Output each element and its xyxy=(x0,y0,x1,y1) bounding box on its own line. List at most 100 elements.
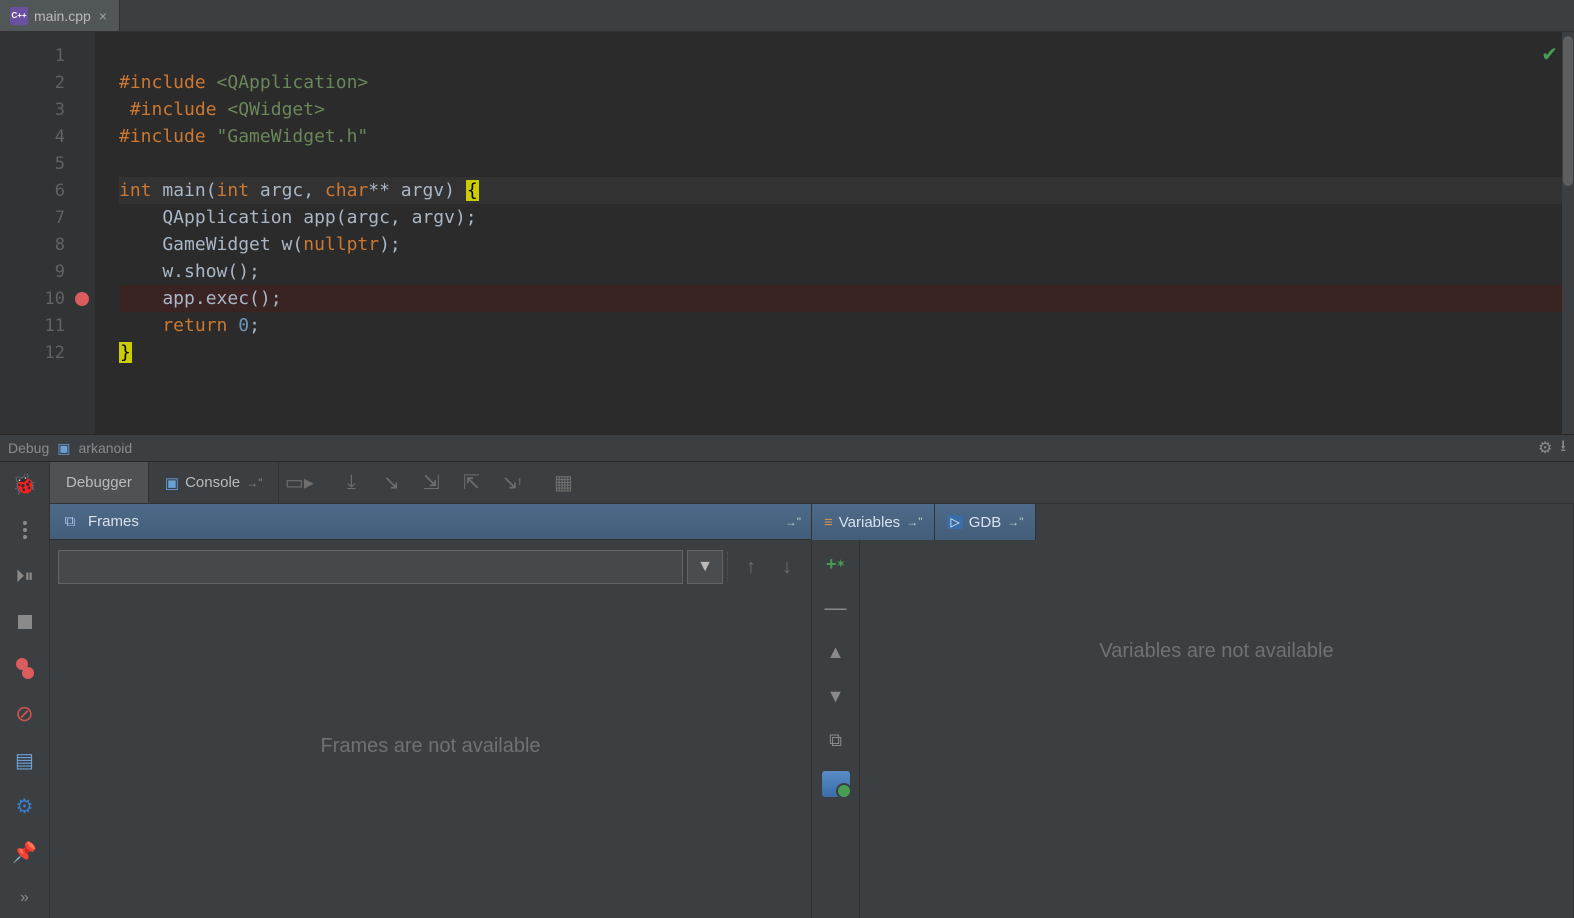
analysis-ok-icon[interactable]: ✔ xyxy=(1541,42,1558,67)
tab-label: GDB xyxy=(969,514,1002,531)
code-token: w.show(); xyxy=(119,261,260,282)
tab-label: Variables xyxy=(839,514,900,531)
line-number[interactable]: 1 xyxy=(0,42,95,69)
code-token: GameWidget w( xyxy=(119,234,303,255)
pin-icon: →" xyxy=(906,515,922,529)
tab-console[interactable]: ▣ Console →" xyxy=(149,462,280,503)
close-tab-icon[interactable]: × xyxy=(97,8,109,24)
line-number[interactable]: 3 xyxy=(0,96,95,123)
run-config-icon: ▣ xyxy=(57,440,70,457)
frames-header: ⧉ Frames →" xyxy=(50,504,811,540)
step-out-button[interactable]: ⇱ xyxy=(451,462,491,503)
line-number[interactable]: 7 xyxy=(0,204,95,231)
settings-icon[interactable]: ⚙ xyxy=(1538,438,1552,458)
console-icon: ▣ xyxy=(165,474,179,492)
show-watches-button[interactable] xyxy=(822,770,850,798)
more-button[interactable] xyxy=(11,516,39,544)
next-frame-button[interactable]: ↓ xyxy=(771,550,803,584)
code-token: #include xyxy=(130,99,217,120)
vertical-scrollbar[interactable] xyxy=(1562,32,1574,434)
code-token: return xyxy=(119,315,238,336)
move-down-button[interactable]: ▼ xyxy=(822,682,850,710)
code-token: "GameWidget.h" xyxy=(217,126,369,147)
tab-debugger[interactable]: Debugger xyxy=(50,462,149,503)
debug-settings-button[interactable]: ⚙ xyxy=(11,792,39,820)
code-token: <QWidget> xyxy=(227,99,325,120)
step-over-button[interactable]: ⤓ xyxy=(331,462,371,503)
brace-match: { xyxy=(466,180,479,201)
download-icon[interactable]: ⭳ xyxy=(1560,435,1566,462)
code-token: argc, xyxy=(249,180,325,201)
code-editor[interactable]: 1 2 3 4 5 6 7 8 9 10 11 12 #include <QAp… xyxy=(0,32,1574,434)
toolwindow-title: Debug xyxy=(8,440,49,456)
variables-icon: ≡ xyxy=(824,514,833,531)
code-token: ); xyxy=(379,234,401,255)
debug-panels: ⧉ Frames →" ▼ ↑ ↓ Frames are n xyxy=(50,504,1574,918)
debug-toolwindow-header: Debug ▣ arkanoid ⚙ ⭳ xyxy=(0,434,1574,462)
new-watch-button[interactable]: +✶ xyxy=(822,550,850,578)
code-token: int xyxy=(119,180,152,201)
code-token: <QApplication> xyxy=(217,72,369,93)
variables-tab-row: ≡ Variables →" ▷ GDB →" xyxy=(812,504,1573,540)
run-to-cursor-button[interactable]: ↘I xyxy=(491,462,531,503)
line-number[interactable]: 12 xyxy=(0,339,95,366)
code-token: app.exec(); xyxy=(119,288,282,309)
tab-label: Debugger xyxy=(66,474,132,491)
breakpoint-icon[interactable] xyxy=(75,292,89,306)
line-number[interactable]: 11 xyxy=(0,312,95,339)
scroll-thumb[interactable] xyxy=(1563,36,1573,186)
gdb-icon: ▷ xyxy=(947,515,962,529)
thread-dropdown-button[interactable]: ▼ xyxy=(687,550,723,584)
code-token: char xyxy=(325,180,368,201)
debug-panel: 🐞 ⏵⏸ ⊘ ▤ ⚙ 📌 » Debugger ▣ Console →" ▭▸ … xyxy=(0,462,1574,918)
step-into-button[interactable]: ↘ xyxy=(371,462,411,503)
line-number[interactable]: 4 xyxy=(0,123,95,150)
line-number[interactable]: 2 xyxy=(0,69,95,96)
evaluate-expression-button[interactable]: ▦ xyxy=(543,462,583,503)
more-below-button[interactable]: » xyxy=(11,884,39,912)
view-breakpoints-button[interactable] xyxy=(11,654,39,682)
pin-icon[interactable]: →" xyxy=(785,515,801,529)
gutter[interactable]: 1 2 3 4 5 6 7 8 9 10 11 12 xyxy=(0,32,95,434)
prev-frame-button[interactable]: ↑ xyxy=(735,550,767,584)
rerun-debug-button[interactable]: 🐞 xyxy=(11,470,39,498)
line-number[interactable]: 8 xyxy=(0,231,95,258)
code-token: ** argv) xyxy=(368,180,466,201)
frames-panel: ⧉ Frames →" ▼ ↑ ↓ Frames are n xyxy=(50,504,812,918)
remove-watch-button[interactable]: — xyxy=(822,594,850,622)
editor-tab-bar: C++ main.cpp × xyxy=(0,0,1574,32)
tab-variables[interactable]: ≡ Variables →" xyxy=(812,504,935,540)
tab-label: Console xyxy=(185,474,240,491)
line-number[interactable]: 9 xyxy=(0,258,95,285)
move-up-button[interactable]: ▲ xyxy=(822,638,850,666)
frames-icon: ⧉ xyxy=(60,512,80,532)
line-number[interactable]: 5 xyxy=(0,150,95,177)
code-token: ; xyxy=(249,315,260,336)
thread-selector-input[interactable] xyxy=(58,550,683,584)
line-number[interactable]: 6 xyxy=(0,177,95,204)
variables-toolbar: +✶ — ▲ ▼ ⧉ xyxy=(812,540,860,918)
code-token: QApplication app(argc, argv); xyxy=(119,207,477,228)
frames-empty-message: Frames are not available xyxy=(58,584,803,908)
variables-panel: ≡ Variables →" ▷ GDB →" +✶ — ▲ xyxy=(812,504,1574,918)
mute-breakpoints-button[interactable]: ⊘ xyxy=(11,700,39,728)
frames-title: Frames xyxy=(88,513,139,530)
file-tab-main-cpp[interactable]: C++ main.cpp × xyxy=(0,0,120,31)
tab-gdb[interactable]: ▷ GDB →" xyxy=(935,504,1036,540)
variables-empty-message: Variables are not available xyxy=(860,540,1573,918)
code-token: int xyxy=(217,180,250,201)
pin-icon: →" xyxy=(246,476,262,490)
show-execution-point-button[interactable]: ▭▸ xyxy=(279,462,319,503)
brace-match: } xyxy=(119,342,132,363)
line-number[interactable]: 10 xyxy=(0,285,95,312)
resume-button[interactable]: ⏵⏸ xyxy=(11,562,39,590)
layout-button[interactable]: ▤ xyxy=(11,746,39,774)
stop-button[interactable] xyxy=(11,608,39,636)
force-step-into-button[interactable]: ⇲ xyxy=(411,462,451,503)
run-config-name: arkanoid xyxy=(79,440,133,456)
code-token: nullptr xyxy=(303,234,379,255)
code-area[interactable]: #include <QApplication> #include <QWidge… xyxy=(95,32,1574,434)
cpp-file-icon: C++ xyxy=(10,7,28,25)
pin-button[interactable]: 📌 xyxy=(11,838,39,866)
duplicate-watch-button[interactable]: ⧉ xyxy=(822,726,850,754)
